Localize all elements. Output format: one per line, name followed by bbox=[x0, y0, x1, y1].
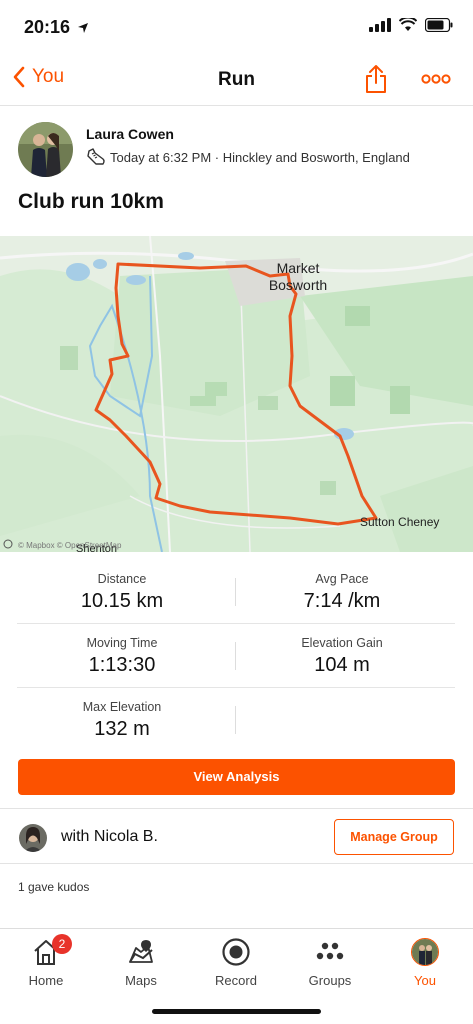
group-row: with Nicola B. Manage Group bbox=[0, 808, 473, 864]
location-arrow-icon bbox=[78, 23, 89, 33]
notification-badge: 2 bbox=[52, 934, 72, 954]
page-title: Run bbox=[218, 69, 255, 90]
map-label-bosworth: Bosworth bbox=[269, 277, 327, 293]
stat-row: Max Elevation 132 m bbox=[17, 688, 455, 752]
divider bbox=[235, 706, 236, 734]
map-label-market: Market bbox=[277, 260, 320, 276]
athlete-header: Laura Cowen Today at 6:32 PM · Hinckley … bbox=[18, 122, 458, 182]
share-button[interactable] bbox=[365, 64, 387, 99]
stat-elevation-gain: Elevation Gain 104 m bbox=[237, 636, 447, 677]
tab-bar: 2 Home Maps Record Groups You bbox=[0, 928, 473, 1024]
tab-record[interactable]: Record bbox=[196, 935, 276, 988]
tab-label: Maps bbox=[125, 973, 157, 988]
stat-max-elevation: Max Elevation 132 m bbox=[17, 700, 227, 741]
stat-value: 10.15 km bbox=[80, 590, 164, 612]
signal-icon bbox=[369, 18, 391, 32]
group-text: with Nicola B. bbox=[61, 828, 158, 845]
share-icon bbox=[366, 65, 386, 93]
group-member-avatar[interactable] bbox=[19, 824, 47, 852]
map-label-sutton-cheney: Sutton Cheney bbox=[360, 515, 439, 529]
tab-groups[interactable]: Groups bbox=[290, 935, 370, 988]
athlete-avatar[interactable] bbox=[18, 122, 73, 177]
tab-home[interactable]: 2 Home bbox=[6, 934, 86, 988]
activity-meta-text: Today at 6:32 PM · Hinckley and Bosworth… bbox=[110, 149, 410, 165]
activity-meta: Today at 6:32 PM · Hinckley and Bosworth… bbox=[86, 148, 410, 166]
stat-label: Distance bbox=[97, 572, 147, 586]
wifi-icon bbox=[399, 18, 417, 31]
stat-row: Moving Time 1:13:30 Elevation Gain 104 m bbox=[17, 624, 455, 688]
route-map[interactable]: Market Bosworth Sutton Cheney Shenton © … bbox=[0, 236, 473, 552]
stat-row: Distance 10.15 km Avg Pace 7:14 /km bbox=[17, 560, 455, 624]
nav-bar: You Run bbox=[0, 56, 473, 106]
stat-label: Elevation Gain bbox=[301, 636, 383, 650]
map-attribution: © Mapbox © OpenStreetMap bbox=[18, 541, 122, 550]
stat-moving-time: Moving Time 1:13:30 bbox=[17, 636, 227, 677]
divider bbox=[235, 642, 236, 670]
stat-label: Avg Pace bbox=[315, 572, 369, 586]
divider bbox=[235, 578, 236, 606]
tab-label: Record bbox=[215, 973, 257, 988]
athlete-name[interactable]: Laura Cowen bbox=[86, 126, 174, 142]
status-time: 20:16 bbox=[24, 17, 89, 38]
stat-value: 7:14 /km bbox=[303, 590, 381, 612]
shoe-icon bbox=[87, 148, 105, 165]
groups-icon bbox=[316, 942, 344, 960]
profile-avatar bbox=[411, 938, 439, 966]
manage-group-button[interactable]: Manage Group bbox=[334, 819, 454, 855]
battery-icon bbox=[425, 18, 453, 32]
stat-distance: Distance 10.15 km bbox=[17, 572, 227, 613]
record-icon bbox=[222, 938, 250, 966]
more-options-button[interactable] bbox=[421, 72, 451, 90]
activity-title: Club run 10km bbox=[18, 190, 164, 213]
home-indicator bbox=[152, 1009, 321, 1014]
stat-label: Moving Time bbox=[86, 636, 158, 650]
tab-label: You bbox=[414, 973, 436, 988]
maps-icon bbox=[129, 940, 153, 963]
tab-maps[interactable]: Maps bbox=[101, 935, 181, 988]
stat-value: 104 m bbox=[314, 654, 370, 676]
stat-value: 132 m bbox=[94, 718, 150, 740]
tab-you[interactable]: You bbox=[385, 935, 465, 988]
status-bar: 20:16 bbox=[0, 0, 473, 56]
kudos-count[interactable]: 1 gave kudos bbox=[18, 880, 89, 894]
view-analysis-button[interactable]: View Analysis bbox=[18, 759, 455, 795]
activity-stats: Distance 10.15 km Avg Pace 7:14 /km Movi… bbox=[17, 560, 455, 752]
stat-label: Max Elevation bbox=[82, 700, 162, 714]
tab-label: Home bbox=[28, 973, 64, 988]
stat-value: 1:13:30 bbox=[88, 654, 156, 676]
stat-avg-pace: Avg Pace 7:14 /km bbox=[237, 572, 447, 613]
more-icon bbox=[421, 74, 451, 84]
tab-label: Groups bbox=[308, 973, 352, 988]
